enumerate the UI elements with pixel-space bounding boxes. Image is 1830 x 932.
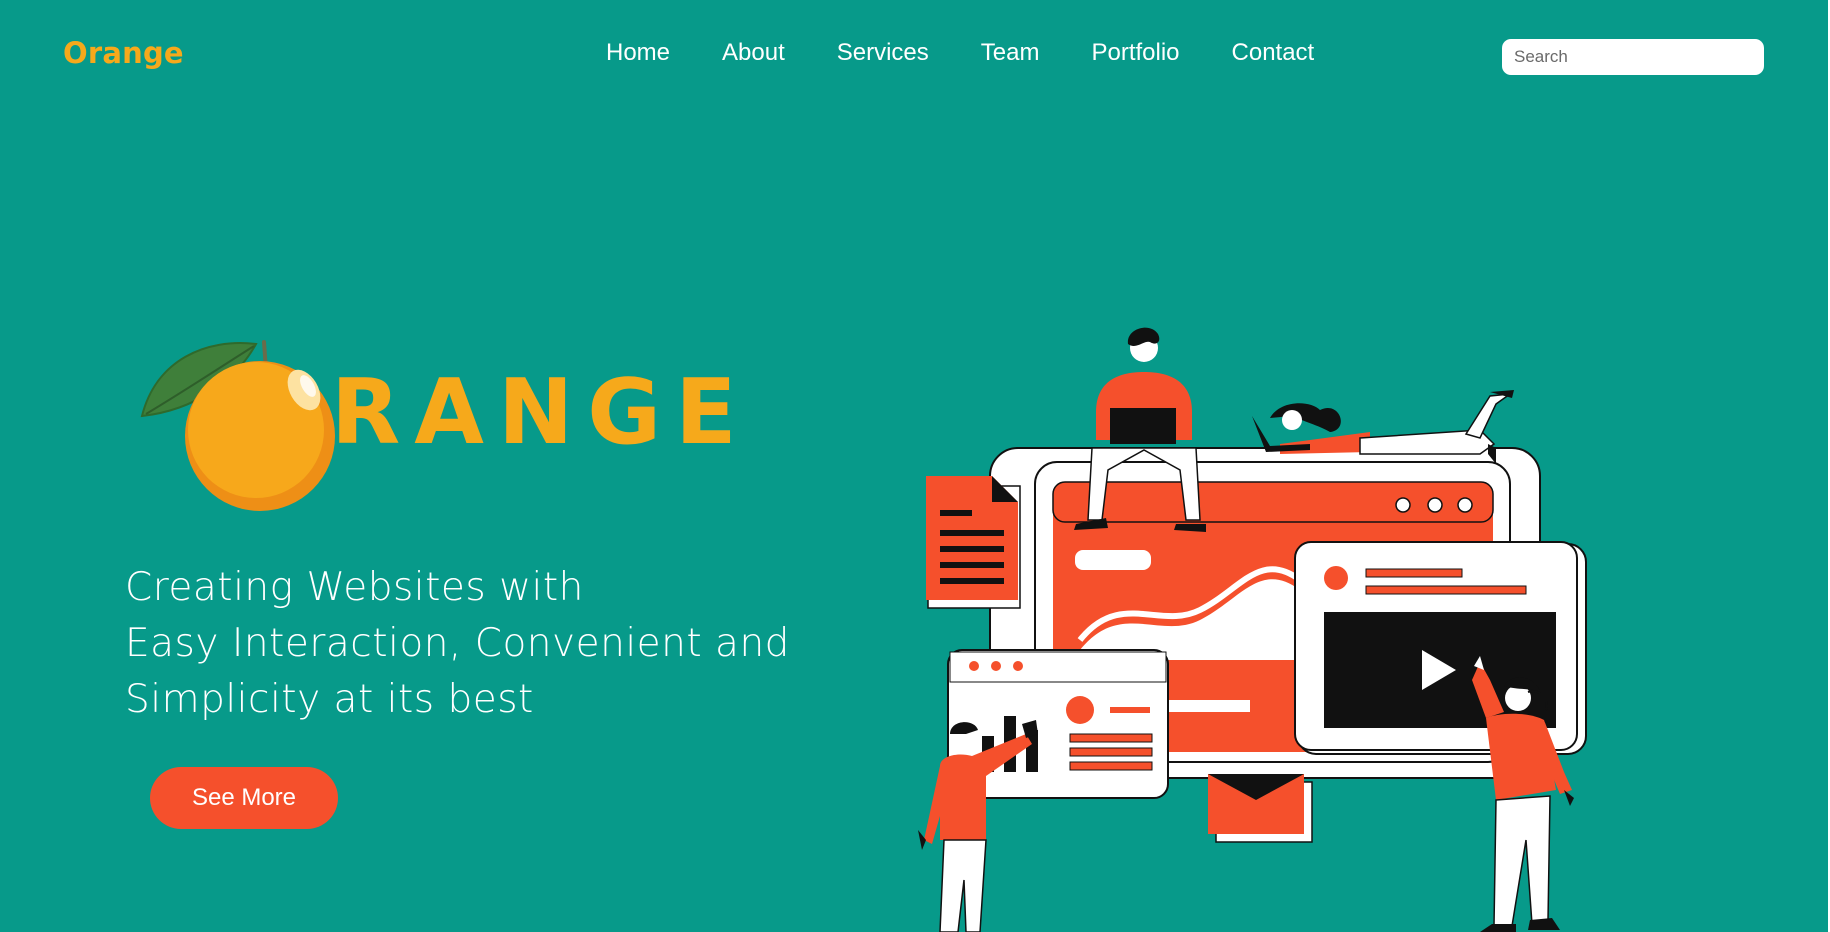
nav-about[interactable]: About <box>722 38 785 68</box>
tagline-line-2: Easy Interaction, Convenient and <box>125 621 790 666</box>
nav-home[interactable]: Home <box>606 38 670 68</box>
tagline-line-3: Simplicity at its best <box>125 677 534 722</box>
tagline-line-1: Creating Websites with <box>125 565 584 610</box>
landing-page: Orange Home About Services Team Portfoli… <box>0 0 1828 932</box>
envelope-icon <box>1208 774 1313 843</box>
web-development-team-illustration <box>918 327 1587 932</box>
nav-portfolio[interactable]: Portfolio <box>1091 38 1179 68</box>
nav-services[interactable]: Services <box>837 38 929 68</box>
see-more-button[interactable]: See More <box>150 767 338 829</box>
document-icon <box>926 476 1021 609</box>
hero-logo: RANGE <box>136 330 737 520</box>
hero-tagline: Creating Websites with Easy Interaction,… <box>125 560 790 728</box>
main-nav: Home About Services Team Portfolio Conta… <box>606 38 1366 68</box>
orange-fruit-icon <box>140 340 335 511</box>
logo-wordmark: RANGE <box>331 360 751 465</box>
search-input[interactable] <box>1502 39 1764 75</box>
brand-logo-text[interactable]: Orange <box>63 36 184 70</box>
nav-contact[interactable]: Contact <box>1232 38 1315 68</box>
nav-team[interactable]: Team <box>981 38 1040 68</box>
